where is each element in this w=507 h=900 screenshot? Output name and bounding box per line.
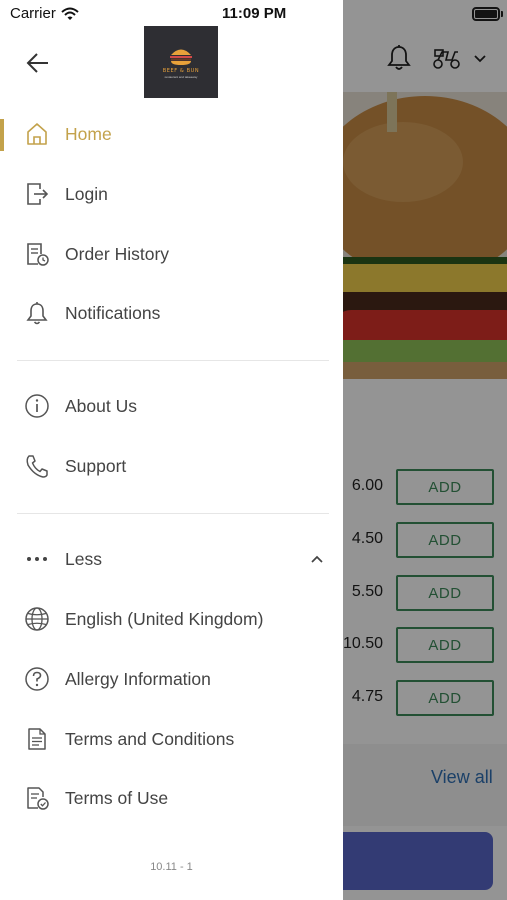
bell-icon [26,302,48,325]
menu-item-label: Less [65,549,102,569]
info-icon [25,394,49,418]
logo-subtext: restaurant and takeaway [164,74,198,79]
globe-icon [25,607,49,631]
burger-logo-icon [170,49,192,65]
menu-item-label: Notifications [65,303,161,323]
status-carrier: Carrier [10,5,79,22]
menu-item-terms-and-conditions[interactable]: Terms and Conditions [0,718,343,762]
wifi-icon [61,7,79,20]
menu-item-about-us[interactable]: About Us [0,385,343,429]
menu-item-label: Login [65,184,108,204]
menu-item-label: Terms and Conditions [65,729,235,749]
menu-item-label: Support [65,456,127,476]
carrier-label: Carrier [10,5,56,22]
logo-text: BEEF & BUN [162,67,200,74]
receipt-clock-icon [27,243,49,266]
menu-item-support[interactable]: Support [0,445,343,489]
menu-item-label: English (United Kingdom) [65,609,264,629]
home-icon [27,123,47,145]
menu-divider [17,360,329,361]
back-arrow-icon[interactable] [25,50,51,76]
status-time: 11:09 PM [222,5,287,22]
menu-item-language[interactable]: English (United Kingdom) [0,598,343,642]
restaurant-logo: BEEF & BUN restaurant and takeaway [144,26,218,98]
more-dots-icon [27,557,47,561]
menu-item-label: Home [65,124,112,144]
login-icon [27,183,49,205]
document-check-icon [27,787,49,810]
document-icon [28,728,46,750]
menu-item-terms-of-use[interactable]: Terms of Use [0,777,343,821]
menu-item-label: About Us [65,396,137,416]
phone-icon [26,455,48,478]
menu-toggle-less[interactable]: Less [0,538,343,582]
menu-item-label: Terms of Use [65,788,169,808]
menu-item-home[interactable]: Home [0,113,343,157]
menu-item-label: Order History [65,244,170,264]
menu-item-label: Allergy Information [65,669,211,689]
chevron-up-icon[interactable] [309,552,325,566]
menu-item-login[interactable]: Login [0,173,343,217]
app-version: 10.11 - 1 [150,861,193,873]
menu-item-allergy-information[interactable]: Allergy Information [0,658,343,702]
menu-item-order-history[interactable]: Order History [0,233,343,277]
question-icon [25,667,49,691]
side-drawer: Carrier 11:09 PM BEEF & BUN restaurant a… [0,0,343,900]
menu-item-notifications[interactable]: Notifications [0,292,343,336]
menu-divider [17,513,329,514]
